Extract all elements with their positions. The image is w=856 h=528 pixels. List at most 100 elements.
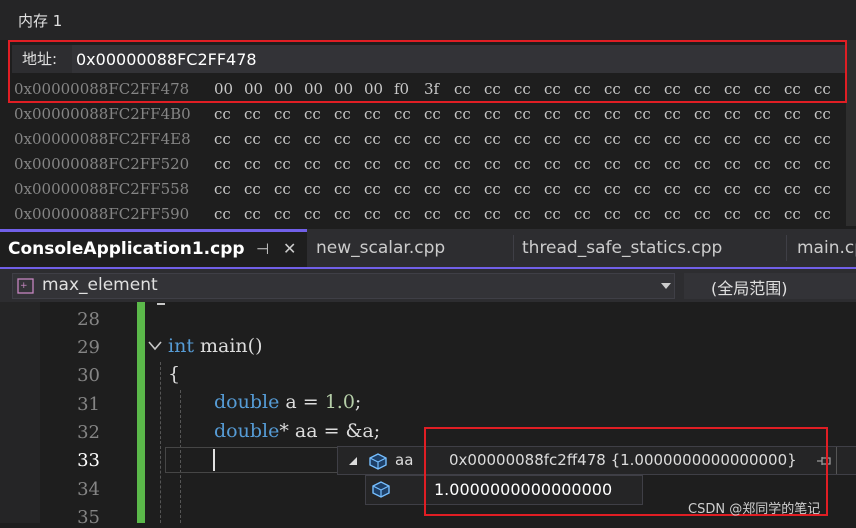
memory-byte[interactable]: cc xyxy=(544,205,574,221)
memory-byte[interactable]: cc xyxy=(304,130,334,148)
memory-byte[interactable]: cc xyxy=(244,205,274,221)
memory-byte[interactable]: cc xyxy=(454,205,484,221)
memory-byte[interactable]: cc xyxy=(784,105,814,123)
memory-byte[interactable]: cc xyxy=(274,205,304,221)
memory-byte[interactable]: cc xyxy=(544,180,574,198)
memory-byte[interactable]: cc xyxy=(784,155,814,173)
memory-byte[interactable]: cc xyxy=(454,130,484,148)
memory-byte[interactable]: cc xyxy=(814,155,844,173)
memory-byte[interactable]: cc xyxy=(634,105,664,123)
memory-byte[interactable]: cc xyxy=(754,205,784,221)
memory-byte[interactable]: cc xyxy=(424,205,454,221)
memory-byte[interactable]: cc xyxy=(304,105,334,123)
memory-byte[interactable]: cc xyxy=(664,155,694,173)
memory-byte[interactable]: cc xyxy=(664,130,694,148)
chevron-down-icon[interactable] xyxy=(661,283,671,289)
memory-byte[interactable]: cc xyxy=(514,130,544,148)
memory-byte[interactable]: cc xyxy=(304,180,334,198)
memory-byte[interactable]: cc xyxy=(814,105,844,123)
memory-byte[interactable]: cc xyxy=(664,105,694,123)
memory-byte[interactable]: cc xyxy=(634,180,664,198)
memory-byte[interactable]: cc xyxy=(544,105,574,123)
memory-row-bytes[interactable]: cc cc cc cc cc cc cc cc cc cc cc cc cc cc cc cc cc cc cc cc… xyxy=(214,105,844,123)
tab-new-scalar[interactable]: new_scalar.cpp xyxy=(308,229,513,267)
memory-byte[interactable]: cc xyxy=(424,130,454,148)
memory-byte[interactable]: cc xyxy=(274,155,304,173)
memory-byte[interactable]: cc xyxy=(514,205,544,221)
memory-byte[interactable]: cc xyxy=(274,130,304,148)
memory-byte[interactable]: cc xyxy=(244,180,274,198)
memory-byte[interactable]: cc xyxy=(484,180,514,198)
memory-byte[interactable]: cc xyxy=(604,205,634,221)
memory-byte[interactable]: cc xyxy=(394,130,424,148)
memory-byte[interactable]: cc xyxy=(364,155,394,173)
close-icon[interactable]: ✕ xyxy=(283,232,296,266)
memory-row-bytes[interactable]: cc cc cc cc cc cc cc cc cc cc cc cc cc cc cc cc cc cc cc cc… xyxy=(214,180,844,198)
memory-byte[interactable]: cc xyxy=(334,180,364,198)
memory-byte[interactable]: cc xyxy=(214,205,244,221)
memory-byte[interactable]: cc xyxy=(574,130,604,148)
memory-byte[interactable]: cc xyxy=(754,130,784,148)
code-line-29[interactable]: int main() xyxy=(168,335,262,357)
memory-byte[interactable]: cc xyxy=(394,180,424,198)
memory-byte[interactable]: cc xyxy=(604,180,634,198)
memory-byte[interactable]: cc xyxy=(454,155,484,173)
memory-byte[interactable]: cc xyxy=(694,205,724,221)
pin-icon[interactable]: ⊣ xyxy=(256,232,269,266)
memory-byte[interactable]: cc xyxy=(694,105,724,123)
memory-byte[interactable]: cc xyxy=(724,155,754,173)
memory-byte[interactable]: cc xyxy=(754,155,784,173)
memory-byte[interactable]: cc xyxy=(274,105,304,123)
memory-byte[interactable]: cc xyxy=(694,180,724,198)
memory-byte[interactable]: cc xyxy=(364,105,394,123)
memory-byte[interactable]: cc xyxy=(334,155,364,173)
memory-byte[interactable]: cc xyxy=(814,205,844,221)
memory-byte[interactable]: cc xyxy=(394,155,424,173)
member-dropdown[interactable]: + max_element xyxy=(12,273,675,299)
memory-byte[interactable]: cc xyxy=(544,155,574,173)
memory-byte[interactable]: cc xyxy=(604,130,634,148)
memory-byte[interactable]: cc xyxy=(214,130,244,148)
memory-byte[interactable]: cc xyxy=(724,130,754,148)
editor-glyph-margin[interactable] xyxy=(0,302,40,523)
memory-byte[interactable]: cc xyxy=(784,205,814,221)
scope-dropdown[interactable]: (全局范围) xyxy=(684,273,856,299)
memory-byte[interactable]: cc xyxy=(724,205,754,221)
memory-byte[interactable]: cc xyxy=(574,205,604,221)
memory-row-bytes[interactable]: cc cc cc cc cc cc cc cc cc cc cc cc cc cc cc cc cc cc cc cc… xyxy=(214,205,844,221)
memory-byte[interactable]: cc xyxy=(634,130,664,148)
memory-byte[interactable]: cc xyxy=(244,105,274,123)
code-line-32[interactable]: double* aa = &a; xyxy=(214,420,380,442)
memory-byte[interactable]: cc xyxy=(364,130,394,148)
memory-byte[interactable]: cc xyxy=(334,105,364,123)
memory-byte[interactable]: cc xyxy=(214,105,244,123)
memory-byte[interactable]: cc xyxy=(604,105,634,123)
memory-byte[interactable]: cc xyxy=(484,105,514,123)
memory-byte[interactable]: cc xyxy=(484,205,514,221)
memory-byte[interactable]: cc xyxy=(244,155,274,173)
tab-console-application[interactable]: ConsoleApplication1.cpp ⊣ ✕ xyxy=(0,229,307,267)
memory-byte[interactable]: cc xyxy=(544,130,574,148)
memory-byte[interactable]: cc xyxy=(574,105,604,123)
memory-byte[interactable]: cc xyxy=(784,180,814,198)
memory-byte[interactable]: cc xyxy=(754,105,784,123)
memory-byte[interactable]: cc xyxy=(574,155,604,173)
memory-byte[interactable]: cc xyxy=(514,105,544,123)
memory-byte[interactable]: cc xyxy=(784,130,814,148)
memory-byte[interactable]: cc xyxy=(424,155,454,173)
memory-byte[interactable]: cc xyxy=(724,180,754,198)
memory-byte[interactable]: cc xyxy=(214,180,244,198)
memory-byte[interactable]: cc xyxy=(364,205,394,221)
tab-main[interactable]: main.cpp xyxy=(789,229,856,267)
memory-byte[interactable]: cc xyxy=(694,155,724,173)
memory-byte[interactable]: cc xyxy=(754,180,784,198)
memory-byte[interactable]: cc xyxy=(394,205,424,221)
memory-byte[interactable]: cc xyxy=(814,180,844,198)
code-line-31[interactable]: double a = 1.0; xyxy=(214,391,361,413)
memory-byte[interactable]: cc xyxy=(304,205,334,221)
memory-byte[interactable]: cc xyxy=(694,130,724,148)
memory-byte[interactable]: cc xyxy=(484,130,514,148)
memory-byte[interactable]: cc xyxy=(664,180,694,198)
memory-byte[interactable]: cc xyxy=(244,130,274,148)
memory-row-bytes[interactable]: cc cc cc cc cc cc cc cc cc cc cc cc cc cc cc cc cc cc cc cc… xyxy=(214,130,844,148)
